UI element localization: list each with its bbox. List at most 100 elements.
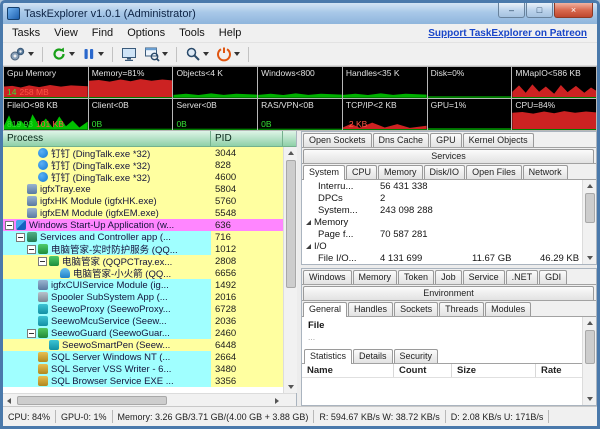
process-row[interactable]: 电脑管家 (QQPCTray.ex... 2808 <box>3 255 283 267</box>
tree-expander-icon[interactable] <box>16 185 25 194</box>
tree-expander-icon[interactable] <box>16 209 25 218</box>
search-handles-button[interactable] <box>182 44 212 64</box>
menu-item[interactable]: View <box>47 25 85 41</box>
tree-expander-icon[interactable] <box>27 365 36 374</box>
expand-arrow-icon[interactable] <box>306 244 311 249</box>
process-row[interactable]: SeewoSmartPen (Seew... 6448 <box>3 339 283 351</box>
perf-graph-tile[interactable]: Handles<35 K <box>343 67 427 98</box>
perf-graph-tile[interactable]: Windows<800 <box>258 67 342 98</box>
shutdown-button[interactable] <box>213 44 243 64</box>
sysinfo-row[interactable]: Interru... 56 431 338 <box>302 180 582 192</box>
system-monitor-button[interactable] <box>118 44 140 64</box>
tree-expander-icon[interactable] <box>27 149 36 158</box>
tree-expander-icon[interactable] <box>27 377 36 386</box>
options-button[interactable] <box>6 44 37 64</box>
tree-expander-icon[interactable] <box>27 245 36 254</box>
tab-services[interactable]: Services <box>303 149 594 163</box>
sysinfo-row[interactable]: System... 243 098 288 <box>302 204 582 216</box>
perf-graph-tile[interactable]: RAS/VPN<0B 0B <box>258 99 342 130</box>
system-info-tab[interactable]: Dns Cache <box>373 133 430 147</box>
process-row[interactable]: 钉钉 (DingTalk.exe *32) 828 <box>3 159 283 171</box>
tree-expander-icon[interactable] <box>27 353 36 362</box>
tree-expander-icon[interactable] <box>49 269 58 278</box>
detail-tab[interactable]: GDI <box>539 270 567 284</box>
system-info-tab[interactable]: Disk/IO <box>424 165 466 179</box>
system-info-tab[interactable]: Memory <box>378 165 423 179</box>
tree-expander-icon[interactable] <box>27 305 36 314</box>
system-info-tab[interactable]: CPU <box>346 165 377 179</box>
menu-item[interactable]: Find <box>85 25 120 41</box>
process-column-header[interactable]: Process <box>3 131 211 147</box>
sysinfo-row[interactable]: File I/O... 4 131 699 11.67 GB 46.29 KB <box>302 252 582 264</box>
scroll-thumb[interactable] <box>585 193 595 223</box>
tree-expander-icon[interactable] <box>16 233 25 242</box>
titlebar[interactable]: TaskExplorer v1.0.1 (Administrator) – □ … <box>3 3 597 24</box>
pid-column-header[interactable]: PID <box>211 131 283 147</box>
perf-graph-tile[interactable]: TCP/IP<2 KB 2 KB <box>343 99 427 130</box>
tree-expander-icon[interactable] <box>38 257 47 266</box>
scroll-up-button[interactable] <box>583 317 596 330</box>
menu-item[interactable]: Options <box>120 25 172 41</box>
scroll-thumb[interactable] <box>286 160 296 288</box>
tree-expander-icon[interactable] <box>27 173 36 182</box>
perf-graph-tile[interactable]: Objects<4 K <box>173 67 257 98</box>
detail-tab[interactable]: Handles <box>348 302 393 316</box>
detail-tab[interactable]: Threads <box>439 302 484 316</box>
process-row[interactable]: 电脑管家-实时防护服务 (QQ... 1012 <box>3 243 283 255</box>
expand-arrow-icon[interactable] <box>306 220 311 225</box>
detail-tab[interactable]: Job <box>435 270 462 284</box>
menu-item[interactable]: Tools <box>172 25 212 41</box>
tree-expander-icon[interactable] <box>38 341 47 350</box>
scroll-left-button[interactable] <box>3 394 16 407</box>
stats-column-header[interactable]: Name <box>302 364 394 377</box>
menu-item[interactable]: Tasks <box>5 25 47 41</box>
detail-tab[interactable]: .NET <box>506 270 539 284</box>
detail-tab[interactable]: Memory <box>353 270 398 284</box>
process-row[interactable]: Windows Start-Up Application (w... 636 <box>3 219 283 231</box>
scroll-thumb[interactable] <box>585 330 595 364</box>
process-row[interactable]: igfxHK Module (igfxHK.exe) 5760 <box>3 195 283 207</box>
scroll-right-button[interactable] <box>270 394 283 407</box>
process-row[interactable]: Services and Controller app (... 716 <box>3 231 283 243</box>
close-button[interactable]: × <box>554 3 593 18</box>
perf-graph-tile[interactable]: MMapIO<586 KB <box>512 67 596 98</box>
refresh-button[interactable] <box>48 44 78 64</box>
scroll-up-button[interactable] <box>583 180 596 193</box>
process-horizontal-scrollbar[interactable] <box>3 394 283 406</box>
system-info-tab[interactable]: Open Files <box>466 165 522 179</box>
detail-tab[interactable]: General <box>303 302 347 317</box>
scroll-up-button[interactable] <box>284 147 297 160</box>
process-row[interactable]: SQL Server VSS Writer - 6... 3480 <box>3 363 283 375</box>
process-vertical-scrollbar[interactable] <box>283 147 297 393</box>
process-row[interactable]: 钉钉 (DingTalk.exe *32) 3044 <box>3 147 283 159</box>
sysinfo-row[interactable]: Page f... 70 587 281 <box>302 228 582 240</box>
patreon-link[interactable]: Support TaskExplorer on Patreon <box>428 28 587 39</box>
perf-graph-tile[interactable]: FileIO<98 KB 819 93101 KB <box>4 99 88 130</box>
process-row[interactable]: SeewoProxy (SeewoProxy... 6728 <box>3 303 283 315</box>
perf-graph-tile[interactable]: Server<0B 0B <box>173 99 257 130</box>
system-info-tab[interactable]: Open Sockets <box>303 133 372 147</box>
scroll-down-button[interactable] <box>583 251 596 264</box>
system-info-tab[interactable]: Network <box>523 165 568 179</box>
perf-graph-tile[interactable]: Memory=81% <box>89 67 173 98</box>
tree-expander-icon[interactable] <box>27 317 36 326</box>
process-row[interactable]: igfxTray.exe 5804 <box>3 183 283 195</box>
tree-expander-icon[interactable] <box>16 197 25 206</box>
find-window-button[interactable] <box>141 44 171 64</box>
perf-graph-tile[interactable]: Gpu Memory 14258 MB <box>4 67 88 98</box>
process-row[interactable]: Spooler SubSystem App (... 2016 <box>3 291 283 303</box>
system-info-tab[interactable]: System <box>303 165 345 180</box>
perf-graph-tile[interactable]: Client<0B 0B <box>89 99 173 130</box>
detail-tab[interactable]: Modules <box>485 302 531 316</box>
detail-tab[interactable]: Sockets <box>394 302 438 316</box>
tree-expander-icon[interactable] <box>27 161 36 170</box>
menu-item[interactable]: Help <box>212 25 249 41</box>
stats-column-header[interactable]: Rate <box>536 364 582 377</box>
detail-tab[interactable]: Token <box>398 270 434 284</box>
process-row[interactable]: SQL Browser Service EXE ... 3356 <box>3 375 283 387</box>
process-row[interactable]: SQL Server Windows NT (... 2664 <box>3 351 283 363</box>
detail-tab[interactable]: Windows <box>303 270 352 284</box>
sysinfo-row[interactable]: I/O <box>302 240 582 252</box>
perf-graph-tile[interactable]: GPU=1% <box>428 99 512 130</box>
system-table-scrollbar[interactable] <box>582 180 596 264</box>
